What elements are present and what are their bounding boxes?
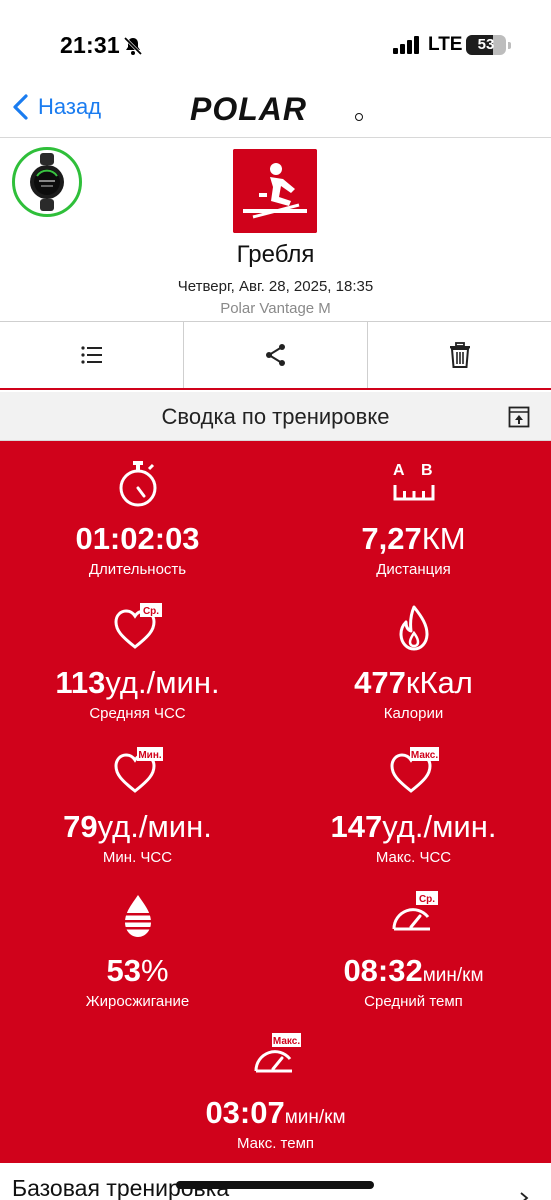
rowing-icon xyxy=(233,149,317,233)
delete-button[interactable] xyxy=(368,322,551,388)
collapse-icon[interactable] xyxy=(508,406,530,428)
back-button[interactable]: Назад xyxy=(10,92,101,122)
status-bar: 21:31 LTE 53 xyxy=(0,0,551,82)
badge-text: Макс. xyxy=(272,1036,299,1047)
back-label: Назад xyxy=(38,94,102,119)
share-icon xyxy=(265,344,285,366)
stat-max-hr: Макс. 147уд./мин. Макс. ЧСС xyxy=(276,747,551,866)
stat-avg-hr: Ср. 113уд./мин. Средняя ЧСС xyxy=(0,603,275,722)
heart-avg-icon: Ср. xyxy=(113,603,162,649)
stat-value: 03:07 xyxy=(205,1095,285,1130)
network-type: LTE xyxy=(428,34,463,55)
stat-value: 08:32 xyxy=(343,953,423,988)
stat-min-hr: Мин. 79уд./мин. Мин. ЧСС xyxy=(0,747,275,866)
nav-bar: Назад POLAR xyxy=(0,82,551,138)
distance-badge-b: B xyxy=(421,462,433,479)
stat-value: 7,27 xyxy=(361,521,422,556)
chevron-right-icon[interactable] xyxy=(518,1192,530,1200)
stat-max-pace: Макс. 03:07мин/км Макс. темп xyxy=(138,1033,413,1152)
stat-label: Средняя ЧСС xyxy=(89,705,186,722)
device-name: Polar Vantage M xyxy=(220,300,331,317)
bell-muted-icon xyxy=(123,36,143,56)
stat-unit: кКал xyxy=(405,665,473,700)
chevron-left-icon xyxy=(13,94,28,120)
polar-logo: POLAR xyxy=(190,92,363,126)
stopwatch-icon xyxy=(119,461,156,507)
distance-ab-icon: A B xyxy=(393,462,434,501)
stat-label: Макс. темп xyxy=(236,1135,315,1152)
share-button[interactable] xyxy=(184,322,368,388)
stat-calories: 477кКал Калории xyxy=(276,603,551,722)
details-button[interactable] xyxy=(0,322,184,388)
battery-icon: 53 xyxy=(466,35,506,55)
training-header: Гребля Четверг, Авг. 28, 2025, 18:35 Pol… xyxy=(0,139,551,321)
stat-label: Средний темп xyxy=(364,993,463,1010)
stat-unit: КМ xyxy=(421,521,466,556)
stat-avg-pace: Ср. 08:32мин/км Средний темп xyxy=(276,891,551,1010)
stat-unit: уд./мин. xyxy=(105,665,220,700)
stat-value: 53 xyxy=(106,953,141,988)
svg-text:POLAR: POLAR xyxy=(190,92,307,126)
stat-fat-burn: 53% Жиросжигание xyxy=(0,891,275,1010)
stat-label: Жиросжигание xyxy=(85,993,190,1010)
stat-label: Макс. ЧСС xyxy=(375,849,452,866)
list-icon xyxy=(80,346,102,364)
stat-unit: мин/км xyxy=(422,965,484,986)
summary-panel: 01:02:03 Длительность A B 7,27КМ Дистанц… xyxy=(0,441,551,1163)
badge-text: Ср. xyxy=(418,894,434,905)
distance-badge-a: A xyxy=(393,462,405,479)
stat-value: 113 xyxy=(55,665,106,700)
sport-name: Гребля xyxy=(236,241,315,268)
action-bar xyxy=(0,321,551,390)
heart-max-icon: Макс. xyxy=(389,747,439,793)
stat-label: Калории xyxy=(383,705,444,722)
pace-avg-icon: Ср. xyxy=(391,891,438,931)
training-datetime: Четверг, Авг. 28, 2025, 18:35 xyxy=(177,278,374,295)
pace-max-icon: Макс. xyxy=(253,1033,301,1073)
signal-icon xyxy=(393,36,419,54)
home-indicator xyxy=(176,1181,374,1189)
badge-text: Мин. xyxy=(138,750,162,761)
badge-text: Ср. xyxy=(142,606,158,617)
stat-unit: уд./мин. xyxy=(97,809,212,844)
stat-unit: мин/км xyxy=(284,1107,346,1128)
battery-cap xyxy=(508,42,511,49)
battery-level: 53 xyxy=(477,36,495,53)
stat-unit: % xyxy=(140,953,169,988)
stat-label: Длительность xyxy=(88,561,187,578)
watch-icon xyxy=(30,153,64,211)
stat-distance: A B 7,27КМ Дистанция xyxy=(276,459,551,578)
trash-icon xyxy=(449,342,470,368)
stat-duration: 01:02:03 Длительность xyxy=(0,459,275,578)
summary-title: Сводка по тренировке xyxy=(161,404,390,429)
stat-unit: уд./мин. xyxy=(382,809,497,844)
stat-value: 01:02:03 xyxy=(75,521,200,556)
stat-label: Мин. ЧСС xyxy=(102,849,173,866)
fat-burn-icon xyxy=(122,895,153,937)
status-time: 21:31 xyxy=(60,32,120,58)
stat-value: 79 xyxy=(63,809,98,844)
stat-value: 477 xyxy=(354,665,406,700)
watch-image[interactable] xyxy=(12,147,82,217)
heart-min-icon: Мин. xyxy=(113,747,163,793)
badge-text: Макс. xyxy=(410,750,437,761)
stat-value: 147 xyxy=(330,809,383,844)
summary-header: Сводка по тренировке xyxy=(0,392,551,441)
stat-label: Дистанция xyxy=(376,561,451,578)
flame-icon xyxy=(399,605,428,651)
